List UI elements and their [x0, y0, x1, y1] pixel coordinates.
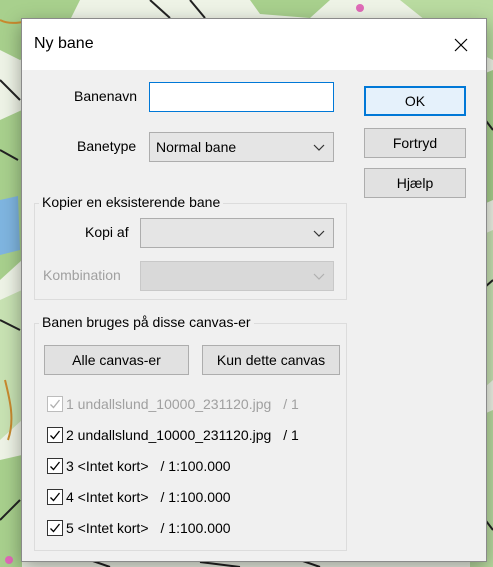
checkmark-icon [50, 430, 61, 440]
canvas-checkbox[interactable] [47, 489, 63, 505]
checkmark-icon [50, 492, 61, 502]
all-canvases-button[interactable]: Alle canvas-er [44, 345, 189, 375]
canvas-item[interactable]: 2 undallslund_10000_231120.jpg / 1 [47, 425, 299, 445]
canvas-checkbox[interactable] [47, 520, 63, 536]
checkmark-icon [50, 461, 61, 471]
course-name-label: Banenavn [74, 88, 138, 104]
canvas-checkbox [47, 396, 63, 412]
only-this-canvas-button[interactable]: Kun dette canvas [202, 345, 340, 375]
chevron-down-icon [313, 273, 325, 280]
new-course-dialog: Ny bane Banenavn Banetype Normal bane OK… [21, 18, 487, 562]
course-type-value: Normal bane [156, 139, 237, 155]
course-type-label: Banetype [77, 138, 137, 154]
copy-of-label: Kopi af [85, 224, 129, 240]
canvas-checkbox[interactable] [47, 427, 63, 443]
course-name-input[interactable] [149, 82, 334, 112]
canvas-item: 1 undallslund_10000_231120.jpg / 1 [47, 394, 299, 414]
canvas-group-title: Banen bruges på disse canvas-er [39, 314, 254, 330]
canvas-item[interactable]: 3 <Intet kort> / 1:100.000 [47, 456, 231, 476]
chevron-down-icon [313, 144, 325, 151]
canvas-item-label: 5 <Intet kort> [66, 520, 149, 536]
close-button[interactable] [436, 19, 486, 70]
combination-label: Kombination [43, 267, 121, 283]
title-bar: Ny bane [22, 19, 486, 70]
copy-existing-group-title: Kopier en eksisterende bane [39, 194, 224, 210]
canvas-item-label: 3 <Intet kort> [66, 458, 149, 474]
canvas-item-scale: / 1:100.000 [160, 489, 231, 505]
dialog-title: Ny bane [34, 35, 94, 52]
cancel-button[interactable]: Fortryd [364, 128, 466, 158]
canvas-item[interactable]: 5 <Intet kort> / 1:100.000 [47, 518, 231, 538]
help-button[interactable]: Hjælp [364, 168, 466, 198]
canvas-item-scale: / 1 [283, 396, 299, 412]
combination-dropdown [140, 261, 334, 291]
copy-of-dropdown[interactable] [140, 218, 334, 248]
canvas-item-scale: / 1 [283, 427, 299, 443]
canvas-item[interactable]: 4 <Intet kort> / 1:100.000 [47, 487, 231, 507]
canvas-item-label: 2 undallslund_10000_231120.jpg [66, 427, 272, 443]
canvas-item-label: 4 <Intet kort> [66, 489, 149, 505]
course-type-dropdown[interactable]: Normal bane [149, 132, 334, 162]
ok-button[interactable]: OK [364, 86, 466, 116]
canvas-checkbox[interactable] [47, 458, 63, 474]
canvas-item-label: 1 undallslund_10000_231120.jpg [66, 396, 272, 412]
checkmark-icon [50, 523, 61, 533]
chevron-down-icon [313, 230, 325, 237]
checkmark-icon [50, 399, 61, 409]
canvas-item-scale: / 1:100.000 [160, 458, 231, 474]
close-icon [454, 38, 468, 51]
canvas-item-scale: / 1:100.000 [160, 520, 231, 536]
